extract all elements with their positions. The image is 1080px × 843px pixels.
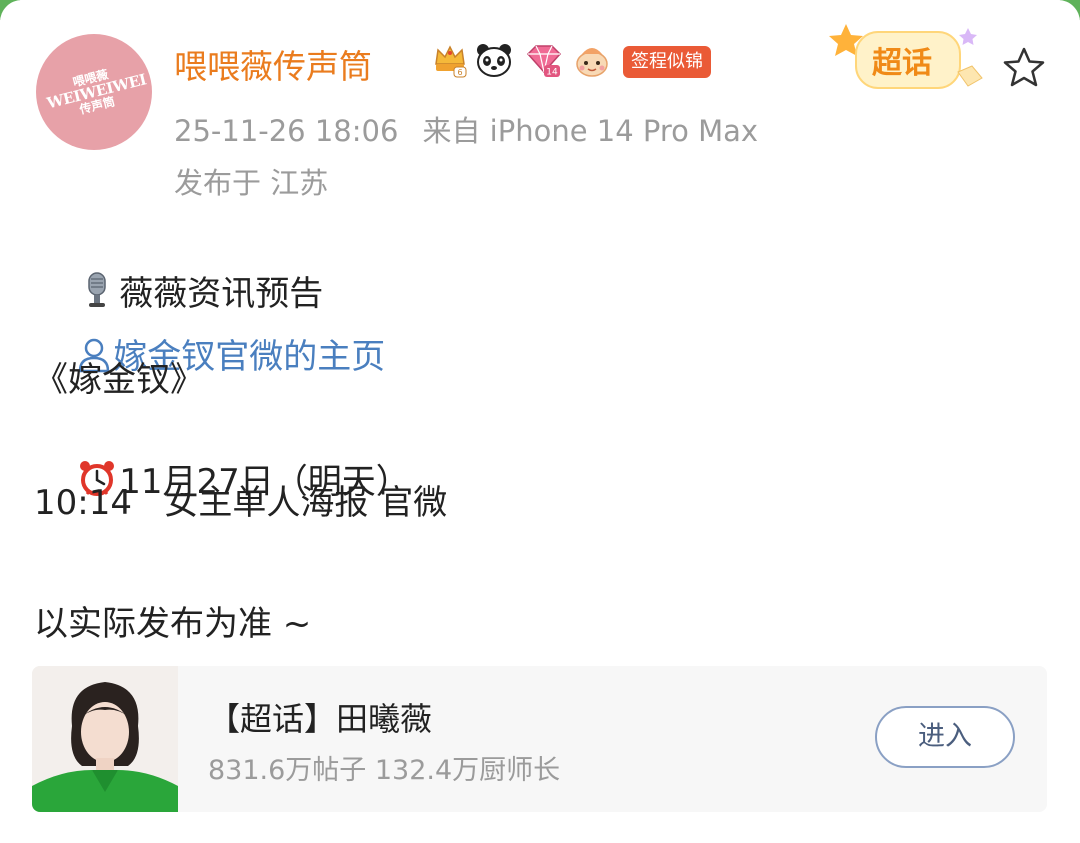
enter-button[interactable]: 进入 [875,706,1015,768]
author-name[interactable]: 喂喂薇传声筒 [174,40,372,88]
avatar[interactable]: 喂喂薇 WEIWEIWEI 传声筒 [36,34,152,150]
sign-tag[interactable]: 签程似锦 [623,46,711,78]
svg-text:14: 14 [546,68,558,78]
favorite-star-icon[interactable] [1000,44,1048,92]
crown-lv6-badge-icon[interactable]: 6 [430,40,470,80]
post-meta: 25-11-26 18:06 来自 iPhone 14 Pro Max [174,108,758,150]
mascot-icon[interactable] [572,40,612,80]
weibo-post-card: 喂喂薇 WEIWEIWEI 传声筒 喂喂薇传声筒 6 14 签程似锦 超话 25… [0,0,1080,843]
content-line-5: 10:14 女主单人海报 官微 [34,483,448,523]
diamond-lv14-badge-icon[interactable]: 14 [524,40,564,80]
panda-icon[interactable] [474,40,514,80]
topic-title[interactable]: 【超话】田曦薇 [208,694,432,740]
svg-text:6: 6 [457,68,462,77]
chaohua-label: 超话 [872,46,932,81]
content-line-3: 《嫁金钗》 [34,360,204,400]
topic-stats: 831.6万帖子 132.4万厨师长 [208,755,561,786]
post-source: 来自 iPhone 14 Pro Max [422,114,759,148]
topic-thumbnail [32,666,178,812]
post-location: 发布于 江苏 [174,166,329,200]
content-line-6: 以实际发布为准 ~ [34,604,312,644]
chaohua-badge[interactable]: 超话 [826,18,992,98]
avatar-text: 喂喂薇 WEIWEIWEI 传声筒 [45,67,148,118]
topic-card[interactable]: 【超话】田曦薇 831.6万帖子 132.4万厨师长 进入 [32,666,1047,812]
post-timestamp: 25-11-26 18:06 [174,114,399,148]
